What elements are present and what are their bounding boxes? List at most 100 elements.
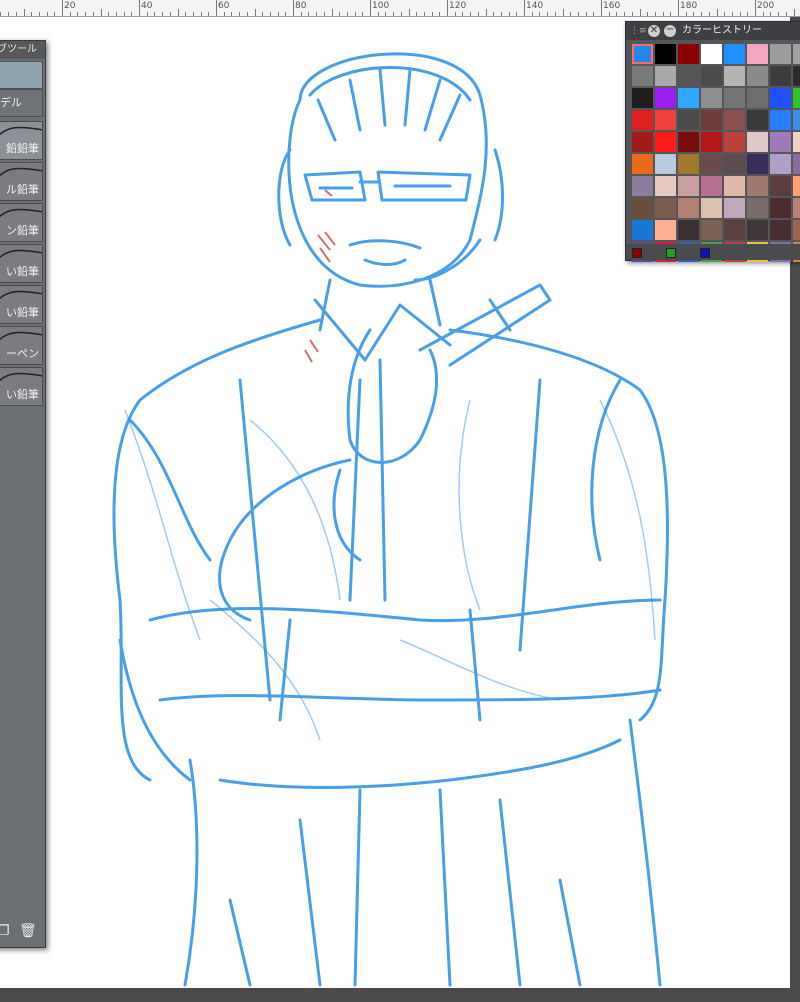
color-swatch[interactable] — [724, 44, 745, 64]
subtool-group-label[interactable]: デル — [0, 89, 43, 117]
color-swatch[interactable] — [724, 88, 745, 108]
subtool-item[interactable]: い鉛筆 — [0, 244, 43, 283]
color-swatch[interactable] — [793, 88, 800, 108]
subtool-item[interactable]: い鉛筆 — [0, 285, 43, 324]
color-swatch[interactable] — [724, 154, 745, 174]
color-swatch[interactable] — [701, 66, 722, 86]
color-swatch[interactable] — [701, 88, 722, 108]
color-swatch[interactable] — [724, 198, 745, 218]
color-swatch[interactable] — [678, 154, 699, 174]
color-swatch[interactable] — [701, 176, 722, 196]
color-swatch[interactable] — [678, 88, 699, 108]
color-swatch[interactable] — [747, 132, 768, 152]
ruler-tick — [439, 12, 440, 16]
color-swatch[interactable] — [724, 110, 745, 130]
color-swatch[interactable] — [793, 220, 800, 240]
color-swatch[interactable] — [701, 110, 722, 130]
subtool-item[interactable]: い鉛筆 — [0, 367, 43, 406]
color-swatch[interactable] — [655, 44, 676, 64]
subtool-item[interactable]: ーペン — [0, 326, 43, 365]
color-swatch[interactable] — [655, 198, 676, 218]
color-swatch[interactable] — [793, 66, 800, 86]
recent-color-dot[interactable] — [700, 248, 710, 258]
color-swatch[interactable] — [770, 44, 791, 64]
subtool-bottom-bar: ❐ 🗑 — [0, 921, 43, 943]
color-swatch[interactable] — [655, 66, 676, 86]
horizontal-scrollbar[interactable] — [0, 988, 790, 1002]
color-swatch[interactable] — [655, 154, 676, 174]
color-swatch[interactable] — [678, 110, 699, 130]
color-swatch[interactable] — [770, 66, 791, 86]
color-swatch[interactable] — [701, 220, 722, 240]
color-swatch[interactable] — [632, 132, 653, 152]
color-swatch[interactable] — [701, 198, 722, 218]
color-swatch[interactable] — [770, 154, 791, 174]
minimize-icon[interactable]: − — [664, 25, 676, 37]
color-swatch[interactable] — [770, 176, 791, 196]
subtool-item-label: ーペン — [6, 347, 39, 360]
color-swatch[interactable] — [632, 154, 653, 174]
color-swatch[interactable] — [655, 132, 676, 152]
color-swatch[interactable] — [678, 44, 699, 64]
trash-icon[interactable]: 🗑 — [19, 923, 37, 939]
color-swatch[interactable] — [678, 220, 699, 240]
color-swatch[interactable] — [701, 154, 722, 174]
color-swatch[interactable] — [655, 88, 676, 108]
ruler-tick — [285, 12, 286, 16]
color-swatch[interactable] — [747, 198, 768, 218]
color-swatch[interactable] — [724, 176, 745, 196]
copy-subtool-icon[interactable]: ❐ — [0, 923, 10, 939]
close-icon[interactable]: ✕ — [648, 25, 660, 37]
subtool-panel-title[interactable]: ブツール — [0, 41, 45, 59]
color-swatch[interactable] — [724, 132, 745, 152]
color-swatch[interactable] — [678, 66, 699, 86]
color-swatch[interactable] — [632, 66, 653, 86]
ruler-tick — [732, 12, 733, 16]
color-swatch[interactable] — [724, 220, 745, 240]
color-swatch[interactable] — [770, 220, 791, 240]
color-swatch[interactable] — [632, 110, 653, 130]
color-swatch[interactable] — [770, 198, 791, 218]
recent-color-dot[interactable] — [666, 248, 676, 258]
color-swatch[interactable] — [747, 154, 768, 174]
color-swatch[interactable] — [793, 44, 800, 64]
color-swatch[interactable] — [701, 44, 722, 64]
recent-color-dot[interactable] — [632, 248, 642, 258]
color-history-titlebar[interactable]: ⋮≡ ✕ − カラーヒストリー — [626, 22, 800, 40]
color-swatch[interactable] — [655, 110, 676, 130]
color-swatch[interactable] — [793, 110, 800, 130]
color-swatch[interactable] — [632, 88, 653, 108]
panel-menu-icon[interactable]: ⋮≡ — [630, 22, 647, 40]
color-swatch[interactable] — [793, 154, 800, 174]
ruler-tick — [247, 12, 248, 16]
color-swatch[interactable] — [655, 220, 676, 240]
subtool-item[interactable]: 鉛鉛筆 — [0, 121, 43, 160]
color-swatch[interactable] — [701, 132, 722, 152]
color-swatch[interactable] — [793, 132, 800, 152]
color-swatch[interactable] — [747, 44, 768, 64]
color-swatch[interactable] — [632, 176, 653, 196]
ruler-tick — [470, 12, 471, 16]
color-swatch[interactable] — [678, 176, 699, 196]
color-swatch[interactable] — [678, 198, 699, 218]
color-swatch[interactable] — [770, 110, 791, 130]
subtool-group-tab[interactable] — [0, 61, 43, 89]
color-swatch[interactable] — [747, 66, 768, 86]
color-swatch[interactable] — [793, 176, 800, 196]
color-swatch[interactable] — [747, 110, 768, 130]
color-swatch[interactable] — [770, 132, 791, 152]
color-swatch[interactable] — [655, 176, 676, 196]
color-swatch[interactable] — [770, 88, 791, 108]
subtool-item[interactable]: ル鉛筆 — [0, 162, 43, 201]
color-swatch[interactable] — [724, 66, 745, 86]
color-swatch[interactable] — [747, 176, 768, 196]
color-swatch[interactable] — [793, 198, 800, 218]
color-swatch[interactable] — [747, 88, 768, 108]
color-swatch[interactable] — [632, 220, 653, 240]
color-swatch[interactable] — [632, 198, 653, 218]
color-swatch[interactable] — [632, 44, 653, 64]
subtool-item[interactable]: ン鉛筆 — [0, 203, 43, 242]
color-swatch[interactable] — [747, 220, 768, 240]
color-swatch[interactable] — [678, 132, 699, 152]
ruler-tick — [416, 12, 417, 16]
